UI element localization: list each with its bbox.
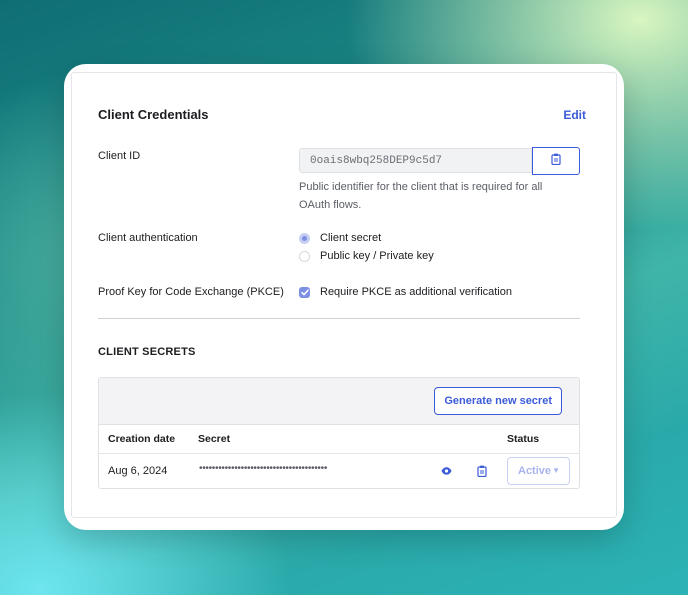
- radio-unselected-icon[interactable]: [299, 250, 310, 262]
- client-auth-label: Client authentication: [98, 232, 198, 244]
- client-id-help: Public identifier for the client that is…: [299, 181, 543, 211]
- radio-label: Public key / Private key: [320, 250, 434, 262]
- radio-selected-icon[interactable]: [299, 232, 310, 244]
- checkbox-label: Require PKCE as additional verification: [320, 286, 512, 298]
- header-row-divider: [99, 453, 579, 454]
- chevron-down-icon: ▼: [552, 466, 560, 475]
- generate-secret-button[interactable]: Generate new secret: [434, 387, 562, 415]
- checkbox-checked-icon[interactable]: [299, 286, 310, 298]
- client-id-label: Client ID: [98, 150, 141, 162]
- clipboard-icon[interactable]: [476, 464, 488, 477]
- panel-title: Client Credentials: [98, 107, 209, 122]
- eye-icon[interactable]: [440, 465, 452, 477]
- clipboard-icon: [551, 152, 561, 170]
- client-secrets-heading: CLIENT SECRETS: [98, 346, 196, 358]
- secret-creation-date: Aug 6, 2024: [108, 465, 168, 477]
- radio-client-secret[interactable]: Client secret: [299, 232, 381, 244]
- credentials-panel: Client Credentials Edit Client ID 0oais8…: [71, 72, 617, 518]
- copy-client-id-button[interactable]: [532, 147, 580, 175]
- secrets-table: Generate new secret Creation date Secret…: [98, 377, 580, 489]
- secret-masked-value: ••••••••••••••••••••••••••••••••••••••••: [199, 463, 328, 474]
- pkce-checkbox[interactable]: Require PKCE as additional verification: [299, 286, 512, 298]
- credentials-card: Client Credentials Edit Client ID 0oais8…: [64, 64, 624, 530]
- column-header-secret: Secret: [198, 433, 231, 445]
- edit-button[interactable]: Edit: [563, 108, 586, 122]
- secrets-table-toolbar: Generate new secret: [99, 378, 579, 425]
- status-dropdown[interactable]: Active ▼: [507, 457, 570, 485]
- status-value: Active: [518, 465, 552, 477]
- radio-label: Client secret: [320, 232, 382, 244]
- column-header-status: Status: [507, 433, 540, 445]
- column-header-creation-date: Creation date: [108, 433, 176, 445]
- pkce-label: Proof Key for Code Exchange (PKCE): [98, 286, 284, 298]
- client-id-field[interactable]: 0oais8wbq258DEP9c5d7: [299, 148, 532, 173]
- radio-public-private-key[interactable]: Public key / Private key: [299, 250, 434, 262]
- section-divider: [98, 318, 580, 319]
